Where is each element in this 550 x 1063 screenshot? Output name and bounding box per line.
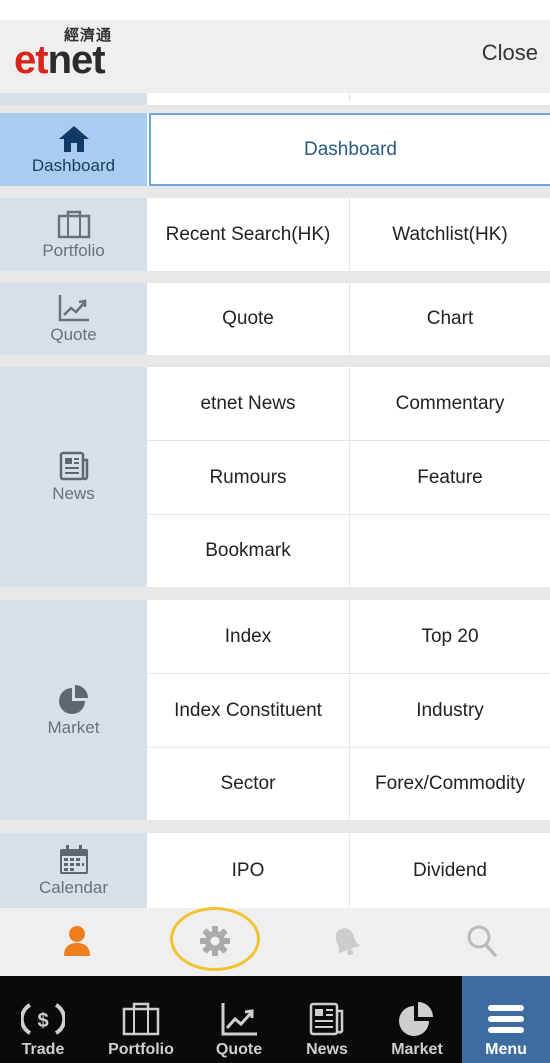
- section-news: News etnet News Commentary Rumours Featu…: [0, 367, 550, 587]
- briefcase-icon: [57, 210, 90, 238]
- sidebar-item-market[interactable]: Market: [0, 600, 147, 820]
- sidebar-label-news: News: [52, 484, 95, 503]
- menu-item-commentary[interactable]: Commentary: [350, 367, 550, 440]
- menu-item-chart[interactable]: Chart: [350, 283, 550, 355]
- nav-label-trade: Trade: [21, 1041, 65, 1058]
- nav-item-market[interactable]: Market: [372, 976, 462, 1063]
- menu-item-forex-commodity[interactable]: Forex/Commodity: [350, 748, 550, 820]
- pie-chart-icon: [399, 1002, 433, 1036]
- newspaper-icon: [309, 1002, 344, 1036]
- section-portfolio: Portfolio Recent Search(HK) Watchlist(HK…: [0, 198, 550, 271]
- sidebar-item-news[interactable]: News: [0, 367, 147, 587]
- menu-item-ipo[interactable]: IPO: [147, 833, 349, 908]
- menu-item-rumours[interactable]: Rumours: [147, 441, 349, 514]
- section-calendar: Calendar IPO Dividend: [0, 833, 550, 908]
- nav-label-menu: Menu: [485, 1041, 527, 1058]
- nav-item-news[interactable]: News: [282, 976, 372, 1063]
- sidebar-label-calendar: Calendar: [39, 877, 108, 897]
- bell-icon[interactable]: [330, 924, 362, 958]
- logo-letter-e: e: [14, 38, 36, 82]
- scroll-remnant: [0, 93, 550, 105]
- divider: [0, 820, 550, 833]
- sidebar-item-dashboard[interactable]: Dashboard: [0, 113, 147, 186]
- divider: [0, 105, 550, 113]
- newspaper-icon: [59, 451, 88, 481]
- pie-chart-icon: [58, 685, 88, 714]
- search-icon[interactable]: [466, 924, 498, 958]
- logo-letters-net: net: [47, 38, 106, 82]
- nav-label-portfolio: Portfolio: [108, 1041, 174, 1058]
- sidebar-label-market: Market: [47, 718, 100, 737]
- app-header: 經濟通 etnet Close: [0, 20, 550, 93]
- menu-item-top-20[interactable]: Top 20: [350, 600, 550, 673]
- menu-item-index-constituent[interactable]: Index Constituent: [147, 674, 349, 747]
- menu-item-recent-search[interactable]: Recent Search(HK): [147, 198, 349, 271]
- home-icon: [58, 125, 89, 152]
- close-button[interactable]: Close: [482, 40, 538, 66]
- line-chart-icon: [58, 295, 89, 322]
- calendar-icon: [59, 844, 88, 874]
- menu-item-dashboard[interactable]: Dashboard: [149, 113, 550, 186]
- menu-item-bookmark[interactable]: Bookmark: [147, 515, 349, 587]
- sidebar-item-quote[interactable]: Quote: [0, 283, 147, 355]
- user-icon[interactable]: [62, 924, 92, 958]
- menu-item-etnet-news[interactable]: etnet News: [147, 367, 349, 440]
- nav-label-news: News: [306, 1041, 348, 1058]
- menu-item-watchlist[interactable]: Watchlist(HK): [350, 198, 550, 271]
- status-bar: [0, 0, 550, 20]
- section-quote: Quote Quote Chart: [0, 283, 550, 355]
- section-market: Market Index Top 20 Index Constituent In…: [0, 600, 550, 820]
- menu-item-sector[interactable]: Sector: [147, 748, 349, 820]
- divider: [0, 587, 550, 600]
- divider: [0, 186, 550, 198]
- menu-item-feature[interactable]: Feature: [350, 441, 550, 514]
- line-chart-icon: [221, 1003, 257, 1036]
- nav-item-menu[interactable]: Menu: [462, 976, 550, 1063]
- nav-label-quote: Quote: [215, 1041, 263, 1058]
- nav-label-market: Market: [391, 1041, 443, 1058]
- menu-item-quote[interactable]: Quote: [147, 283, 349, 355]
- sidebar-label-dashboard: Dashboard: [31, 155, 116, 175]
- menu-item-index[interactable]: Index: [147, 600, 349, 673]
- utility-toolbar: [0, 908, 550, 976]
- etnet-logo: etnet: [14, 38, 106, 82]
- menu-item-industry[interactable]: Industry: [350, 674, 550, 747]
- trade-dollar-icon: $: [21, 1003, 65, 1035]
- nav-item-quote[interactable]: Quote: [196, 976, 282, 1063]
- briefcase-icon: [122, 1002, 160, 1036]
- divider: [0, 271, 550, 283]
- sidebar-item-portfolio[interactable]: Portfolio: [0, 198, 147, 271]
- sidebar-label-quote: Quote: [50, 325, 97, 344]
- sidebar-item-calendar[interactable]: Calendar: [0, 833, 147, 908]
- gear-highlight-circle: [170, 907, 260, 971]
- hamburger-menu-icon: [488, 1005, 524, 1033]
- nav-item-portfolio[interactable]: Portfolio: [86, 976, 196, 1063]
- divider: [0, 355, 550, 367]
- bottom-navigation: $ Trade Portfolio Quote News Market Menu: [0, 976, 550, 1063]
- logo-letter-t: t: [35, 38, 48, 82]
- svg-text:$: $: [37, 1010, 48, 1032]
- sidebar-label-portfolio: Portfolio: [42, 240, 105, 260]
- section-dashboard: Dashboard Dashboard: [0, 113, 550, 186]
- menu-item-dividend[interactable]: Dividend: [350, 833, 550, 908]
- nav-item-trade[interactable]: $ Trade: [0, 976, 86, 1063]
